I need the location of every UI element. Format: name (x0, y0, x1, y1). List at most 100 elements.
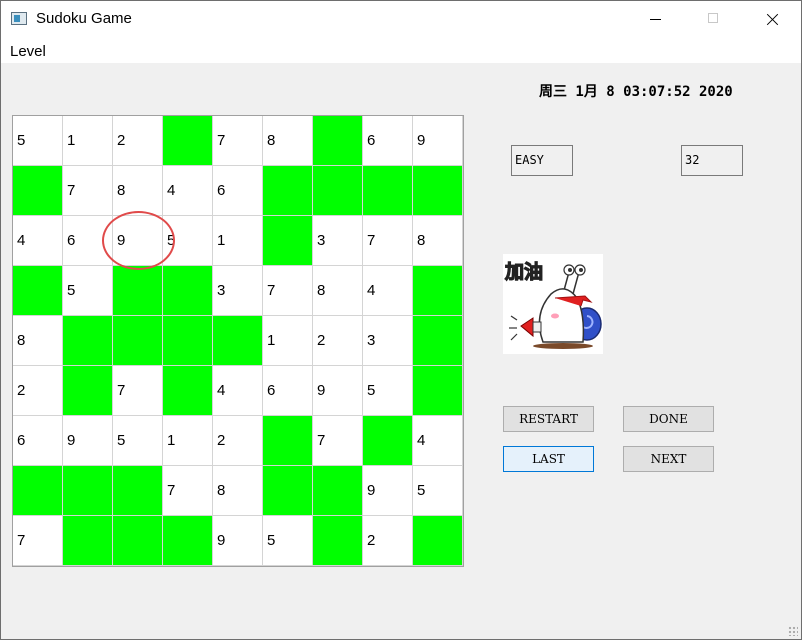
sudoku-cell-r7-c9[interactable]: 4 (413, 416, 463, 466)
last-button[interactable]: LAST (503, 446, 594, 472)
sudoku-cell-r7-c2[interactable]: 9 (63, 416, 113, 466)
next-button[interactable]: NEXT (623, 446, 714, 472)
sudoku-cell-r6-c2[interactable] (63, 366, 113, 416)
sudoku-cell-r9-c2[interactable] (63, 516, 113, 566)
sudoku-cell-r3-c1[interactable]: 4 (13, 216, 63, 266)
sudoku-cell-r2-c5[interactable]: 6 (213, 166, 263, 216)
sudoku-cell-r5-c9[interactable] (413, 316, 463, 366)
sudoku-cell-r6-c6[interactable]: 6 (263, 366, 313, 416)
sudoku-cell-r1-c9[interactable]: 9 (413, 116, 463, 166)
sudoku-cell-r4-c3[interactable] (113, 266, 163, 316)
count-field[interactable]: 32 (681, 145, 743, 176)
sudoku-cell-r3-c6[interactable] (263, 216, 313, 266)
sudoku-cell-r8-c8[interactable]: 9 (363, 466, 413, 516)
sudoku-cell-r8-c7[interactable] (313, 466, 363, 516)
sudoku-cell-r2-c3[interactable]: 8 (113, 166, 163, 216)
mascot-image: 加油 (503, 254, 603, 354)
sudoku-cell-r2-c6[interactable] (263, 166, 313, 216)
sudoku-cell-r5-c1[interactable]: 8 (13, 316, 63, 366)
sudoku-cell-r4-c7[interactable]: 8 (313, 266, 363, 316)
sudoku-cell-r6-c8[interactable]: 5 (363, 366, 413, 416)
sudoku-cell-r9-c5[interactable]: 9 (213, 516, 263, 566)
sudoku-cell-r7-c4[interactable]: 1 (163, 416, 213, 466)
app-icon (11, 12, 27, 25)
sudoku-cell-r2-c4[interactable]: 4 (163, 166, 213, 216)
sudoku-cell-r5-c7[interactable]: 2 (313, 316, 363, 366)
sudoku-cell-r1-c4[interactable] (163, 116, 213, 166)
title-bar: Sudoku Game (1, 1, 801, 39)
sudoku-cell-r8-c2[interactable] (63, 466, 113, 516)
sudoku-cell-r2-c1[interactable] (13, 166, 63, 216)
menu-level[interactable]: Level (10, 43, 46, 60)
sudoku-cell-r3-c2[interactable]: 6 (63, 216, 113, 266)
sudoku-cell-r5-c5[interactable] (213, 316, 263, 366)
sudoku-cell-r6-c4[interactable] (163, 366, 213, 416)
sudoku-cell-r8-c3[interactable] (113, 466, 163, 516)
sudoku-cell-r5-c2[interactable] (63, 316, 113, 366)
sudoku-cell-r1-c5[interactable]: 7 (213, 116, 263, 166)
sudoku-cell-r8-c6[interactable] (263, 466, 313, 516)
sudoku-cell-r3-c8[interactable]: 7 (363, 216, 413, 266)
sudoku-cell-r3-c3[interactable]: 9 (113, 216, 163, 266)
sudoku-cell-r5-c6[interactable]: 1 (263, 316, 313, 366)
sudoku-cell-r1-c7[interactable] (313, 116, 363, 166)
sudoku-cell-r1-c1[interactable]: 5 (13, 116, 63, 166)
sudoku-cell-r8-c1[interactable] (13, 466, 63, 516)
sudoku-cell-r7-c6[interactable] (263, 416, 313, 466)
sudoku-cell-r9-c7[interactable] (313, 516, 363, 566)
datetime-label: 周三 1月 8 03:07:52 2020 (539, 84, 733, 100)
sudoku-cell-r9-c6[interactable]: 5 (263, 516, 313, 566)
sudoku-cell-r1-c3[interactable]: 2 (113, 116, 163, 166)
sudoku-cell-r9-c4[interactable] (163, 516, 213, 566)
sudoku-cell-r4-c9[interactable] (413, 266, 463, 316)
sudoku-cell-r6-c1[interactable]: 2 (13, 366, 63, 416)
sudoku-cell-r9-c8[interactable]: 2 (363, 516, 413, 566)
sudoku-cell-r6-c7[interactable]: 9 (313, 366, 363, 416)
sudoku-cell-r4-c1[interactable] (13, 266, 63, 316)
maximize-icon[interactable] (691, 1, 737, 39)
sudoku-cell-r2-c9[interactable] (413, 166, 463, 216)
sudoku-cell-r8-c5[interactable]: 8 (213, 466, 263, 516)
sudoku-cell-r7-c3[interactable]: 5 (113, 416, 163, 466)
sudoku-cell-r7-c7[interactable]: 7 (313, 416, 363, 466)
sudoku-cell-r3-c7[interactable]: 3 (313, 216, 363, 266)
done-button[interactable]: DONE (623, 406, 714, 432)
sudoku-cell-r3-c4[interactable]: 5 (163, 216, 213, 266)
sudoku-cell-r9-c9[interactable] (413, 516, 463, 566)
snail-cheer-icon: 加油 (503, 254, 603, 354)
sudoku-cell-r5-c4[interactable] (163, 316, 213, 366)
app-window: Sudoku Game Level 周三 1月 8 03:07:52 2020 … (0, 0, 802, 640)
sudoku-cell-r2-c8[interactable] (363, 166, 413, 216)
restart-button[interactable]: RESTART (503, 406, 594, 432)
sudoku-cell-r5-c8[interactable]: 3 (363, 316, 413, 366)
mascot-text: 加油 (504, 261, 543, 283)
sudoku-cell-r4-c6[interactable]: 7 (263, 266, 313, 316)
sudoku-cell-r3-c5[interactable]: 1 (213, 216, 263, 266)
sudoku-cell-r9-c3[interactable] (113, 516, 163, 566)
sudoku-cell-r4-c5[interactable]: 3 (213, 266, 263, 316)
sudoku-cell-r7-c8[interactable] (363, 416, 413, 466)
sudoku-cell-r7-c5[interactable]: 2 (213, 416, 263, 466)
sudoku-cell-r2-c2[interactable]: 7 (63, 166, 113, 216)
sudoku-cell-r4-c2[interactable]: 5 (63, 266, 113, 316)
sudoku-cell-r5-c3[interactable] (113, 316, 163, 366)
sudoku-cell-r6-c9[interactable] (413, 366, 463, 416)
menu-bar: Level (1, 39, 801, 63)
resize-grip-icon[interactable] (788, 626, 798, 636)
sudoku-cell-r3-c9[interactable]: 8 (413, 216, 463, 266)
sudoku-cell-r1-c6[interactable]: 8 (263, 116, 313, 166)
sudoku-cell-r4-c8[interactable]: 4 (363, 266, 413, 316)
sudoku-cell-r8-c9[interactable]: 5 (413, 466, 463, 516)
sudoku-cell-r6-c5[interactable]: 4 (213, 366, 263, 416)
close-icon[interactable] (749, 1, 795, 39)
sudoku-cell-r9-c1[interactable]: 7 (13, 516, 63, 566)
sudoku-cell-r4-c4[interactable] (163, 266, 213, 316)
sudoku-cell-r6-c3[interactable]: 7 (113, 366, 163, 416)
sudoku-cell-r1-c8[interactable]: 6 (363, 116, 413, 166)
level-field[interactable]: EASY (511, 145, 573, 176)
sudoku-cell-r2-c7[interactable] (313, 166, 363, 216)
sudoku-cell-r8-c4[interactable]: 7 (163, 466, 213, 516)
sudoku-cell-r1-c2[interactable]: 1 (63, 116, 113, 166)
minimize-icon[interactable] (633, 1, 679, 39)
sudoku-cell-r7-c1[interactable]: 6 (13, 416, 63, 466)
